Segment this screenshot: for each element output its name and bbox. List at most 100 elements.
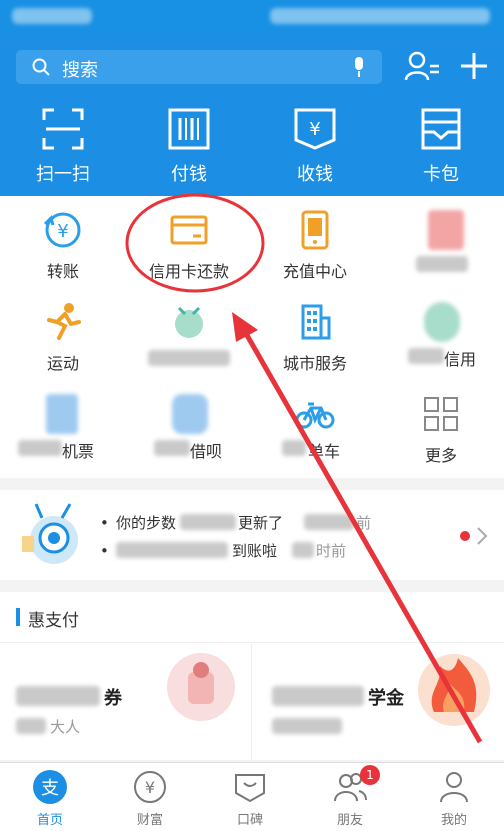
- grid-label-bike: 单车: [308, 442, 341, 461]
- grid-item-blurred-1[interactable]: [378, 196, 504, 288]
- promo-card-1[interactable]: 券 大人: [0, 644, 250, 760]
- wealth-yen-icon: ¥: [134, 771, 166, 803]
- receive-label: 收钱: [297, 164, 333, 185]
- grid-item-topup[interactable]: 充值中心: [252, 196, 378, 288]
- friends-badge: 1: [360, 765, 380, 785]
- divider: [0, 642, 504, 643]
- card-wallet-label: 卡包: [423, 164, 459, 185]
- blurred-label: [282, 440, 306, 456]
- svg-text:支: 支: [41, 778, 59, 799]
- running-icon: [47, 303, 81, 340]
- blurred-text: [272, 686, 364, 706]
- tab-mine[interactable]: 我的: [404, 769, 504, 828]
- blurred-text: [180, 514, 236, 530]
- grid-label-credit: 信用: [444, 350, 477, 369]
- tab-wealth[interactable]: ¥ 财富: [100, 769, 200, 828]
- grid-label-more: 更多: [424, 446, 457, 465]
- status-icons-blurred: [270, 8, 490, 24]
- search-placeholder: 搜索: [62, 60, 98, 81]
- blurred-app-icon: [424, 302, 460, 342]
- unread-dot: [460, 531, 470, 541]
- scan-label: 扫一扫: [36, 164, 90, 185]
- blurred-text: [116, 542, 228, 558]
- notice-bullet-1: •: [100, 514, 109, 532]
- grid-item-credit[interactable]: 信用: [378, 288, 504, 380]
- notice-bullet-2: •: [100, 542, 109, 560]
- carrier-blurred: [12, 8, 92, 24]
- credit-card-icon: [170, 215, 208, 245]
- status-bar: [0, 0, 504, 34]
- blurred-label: [154, 440, 190, 456]
- grid-item-transfer[interactable]: ¥ 转账: [0, 196, 126, 288]
- contacts-icon[interactable]: [404, 50, 440, 82]
- grid-label-transfer: 转账: [46, 262, 79, 281]
- grid-item-flight[interactable]: 机票: [0, 380, 126, 472]
- tab-koubei-label: 口碑: [236, 813, 263, 828]
- microphone-icon[interactable]: [352, 57, 366, 77]
- promo-card-1-title: 券: [104, 688, 122, 709]
- bottom-tab-bar: 支 首页 ¥ 财富 口碑 朋友 1 我的: [0, 762, 504, 831]
- scan-icon: [42, 108, 84, 150]
- promo-card-2[interactable]: 学金: [252, 644, 504, 760]
- search-bar[interactable]: 搜索: [16, 50, 382, 84]
- promo-card-1-sub: 大人: [50, 718, 81, 736]
- grid-label-flight: 机票: [62, 442, 95, 461]
- grid-item-blurred-2[interactable]: [126, 288, 252, 380]
- blurred-app-icon: [175, 306, 203, 338]
- notice-line1-a: 你的步数: [116, 514, 177, 532]
- blurred-text: [16, 718, 46, 734]
- grid-label-city-service: 城市服务: [282, 354, 347, 373]
- blurred-label: [148, 350, 230, 366]
- add-plus-icon[interactable]: [460, 52, 488, 80]
- transfer-icon: ¥: [43, 212, 81, 248]
- blurred-app-icon: [428, 210, 464, 250]
- tab-home-label: 首页: [36, 813, 63, 828]
- tab-mine-label: 我的: [440, 813, 467, 828]
- notice-line1-b: 更新了: [238, 514, 284, 532]
- ant-mascot-icon: [22, 503, 78, 564]
- phone-topup-icon: [301, 210, 329, 250]
- tab-friends-label: 朋友: [336, 813, 363, 828]
- svg-text:¥: ¥: [57, 221, 68, 242]
- card-wallet-button[interactable]: 卡包: [378, 108, 504, 188]
- grid-item-sports[interactable]: 运动: [0, 288, 126, 380]
- city-building-icon: [301, 304, 331, 340]
- notice-line1-time: 前: [356, 514, 372, 532]
- blurred-label: [18, 440, 62, 456]
- notice-line2-time: 时前: [316, 542, 347, 560]
- tab-wealth-label: 财富: [136, 813, 163, 828]
- blurred-app-icon: [172, 394, 208, 434]
- blurred-text: [272, 718, 342, 734]
- grid-item-city-service[interactable]: 城市服务: [252, 288, 378, 380]
- grid-label-topup: 充值中心: [282, 262, 347, 281]
- blurred-label: [408, 348, 444, 364]
- grid-label-sports: 运动: [46, 354, 79, 373]
- blurred-text: [16, 686, 100, 706]
- grid-item-jiebei[interactable]: 借呗: [126, 380, 252, 472]
- pay-button[interactable]: 付钱: [126, 108, 252, 188]
- search-icon: [32, 58, 50, 76]
- svg-text:¥: ¥: [145, 778, 155, 797]
- home-alipay-icon: 支: [33, 770, 67, 804]
- blurred-text: [304, 514, 354, 530]
- grid-item-more[interactable]: 更多: [378, 380, 504, 472]
- hui-pay-title: 惠支付: [28, 611, 79, 631]
- tab-friends[interactable]: 朋友 1: [300, 765, 400, 828]
- grid-label-credit-card: 信用卡还款: [148, 262, 229, 281]
- grid-item-bike[interactable]: 单车: [252, 380, 378, 472]
- koubei-icon: [235, 774, 265, 803]
- grid-label-jiebei: 借呗: [190, 442, 223, 461]
- notice-line2-b: 到账啦: [232, 542, 278, 560]
- receive-button[interactable]: ¥ 收钱: [252, 108, 378, 188]
- section-accent-bar: [16, 608, 20, 626]
- notification-panel[interactable]: • 你的步数 更新了 前 • 到账啦 时前: [0, 490, 504, 580]
- scan-button[interactable]: 扫一扫: [0, 108, 126, 188]
- svg-text:¥: ¥: [309, 119, 320, 140]
- blurred-label: [416, 256, 468, 272]
- tab-koubei[interactable]: 口碑: [200, 769, 300, 828]
- promo-image-1: [167, 653, 235, 721]
- grid-item-credit-card[interactable]: 信用卡还款: [126, 196, 252, 288]
- tab-home[interactable]: 支 首页: [0, 769, 100, 828]
- pay-barcode-icon: [168, 108, 210, 150]
- blurred-text: [292, 542, 314, 558]
